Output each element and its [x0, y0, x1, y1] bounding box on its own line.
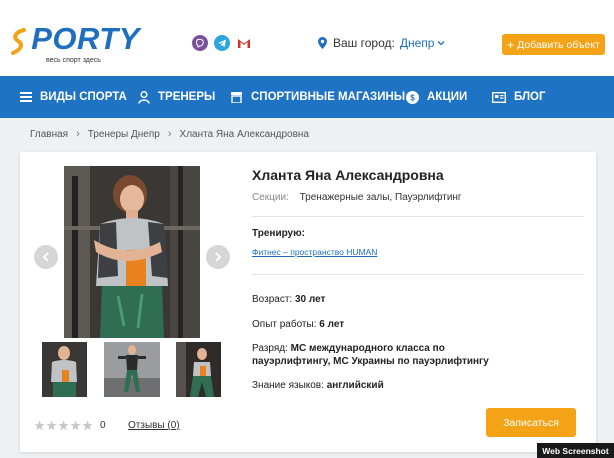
nav-item-blog[interactable]: БЛОГ [492, 76, 546, 118]
plus-icon: + [507, 37, 515, 52]
nav-item-shops[interactable]: СПОРТИВНЫЕ МАГАЗИНЫ [230, 76, 405, 118]
gallery-thumbnail[interactable] [176, 342, 221, 397]
gallery-thumbnail[interactable] [42, 342, 87, 397]
logo-wordmark: SPORTY [31, 21, 140, 56]
languages-value: английский [326, 380, 384, 391]
trainer-name: Хланта Яна Александровна [252, 167, 444, 183]
age-label: Возраст: [252, 294, 293, 305]
menu-icon [20, 92, 32, 102]
gmail-icon[interactable] [236, 35, 252, 51]
chevron-right-icon [215, 252, 222, 262]
nav-item-trainers[interactable]: ТРЕНЕРЫ [138, 76, 215, 118]
experience-label: Опыт работы: [252, 319, 317, 330]
trainer-main-photo[interactable] [64, 166, 200, 338]
trainer-rank: Разряд: МС международного класса по пауэ… [252, 342, 502, 368]
nav-item-label: ТРЕНЕРЫ [158, 91, 216, 103]
star-icon [46, 420, 57, 431]
breadcrumb-current: Хланта Яна Александровна [179, 128, 310, 140]
logo-tagline: весь спорт здесь [46, 57, 101, 64]
site-header: SPORTY весь спорт здесь Ваш город: Днепр… [0, 0, 614, 76]
social-links [192, 35, 252, 51]
add-object-label: Добавить объект [517, 38, 600, 51]
gym-link[interactable]: Фитнес – пространство HUMAN [252, 247, 377, 257]
nav-item-label: АКЦИИ [427, 91, 468, 103]
viber-icon[interactable] [192, 35, 208, 51]
breadcrumb-trainers[interactable]: Тренеры Днепр [88, 129, 160, 140]
nav-item-label: БЛОГ [514, 91, 546, 103]
experience-value: 6 лет [319, 319, 345, 330]
trainer-experience: Опыт работы: 6 лет [252, 319, 344, 330]
nav-item-promotions[interactable]: $ АКЦИИ [406, 76, 467, 118]
chevron-down-icon [438, 41, 445, 46]
breadcrumb: Главная › Тренеры Днепр › Хланта Яна Але… [30, 128, 309, 140]
rating-stars[interactable] [34, 420, 93, 431]
age-value: 30 лет [294, 294, 326, 305]
sections-label: Секции: [252, 192, 289, 203]
city-value[interactable]: Днепр [400, 36, 435, 50]
location-pin-icon [318, 37, 327, 49]
rank-label: Разряд: [252, 343, 288, 354]
trainer-languages: Знание языков: английский [252, 380, 384, 391]
divider [252, 216, 584, 217]
chevron-left-icon [42, 252, 49, 262]
shop-icon [231, 92, 242, 103]
breadcrumb-separator-icon: › [76, 128, 80, 140]
telegram-icon[interactable] [214, 35, 230, 51]
nav-item-sports[interactable]: ВИДЫ СПОРТА [20, 76, 127, 118]
nav-item-label: СПОРТИВНЫЕ МАГАЗИНЫ [251, 91, 406, 103]
reviews-link[interactable]: Отзывы (0) [128, 420, 180, 431]
gallery-thumbnail[interactable] [104, 342, 160, 397]
rating-count: 0 [100, 420, 106, 431]
rank-value: МС международного класса по пауэрлифтинг… [252, 343, 489, 367]
breadcrumb-home[interactable]: Главная [30, 129, 68, 140]
trainer-icon [138, 90, 150, 104]
star-icon [70, 420, 81, 431]
sections-value: Тренажерные залы, Пауэрлифтинг [299, 192, 462, 203]
sporty-logo[interactable]: SPORTY весь спорт здесь [10, 22, 140, 68]
svg-text:$: $ [410, 93, 415, 102]
divider [252, 274, 584, 275]
trainer-sections: Секции: Тренажерные залы, Пауэрлифтинг [252, 192, 462, 203]
signup-button[interactable]: Записаться [486, 408, 576, 437]
city-label: Ваш город: [333, 36, 395, 50]
breadcrumb-separator-icon: › [167, 128, 172, 140]
gallery-next-button[interactable] [206, 245, 230, 269]
nav-item-label: ВИДЫ СПОРТА [40, 91, 127, 103]
trainer-profile-card: 0 Отзывы (0) Хланта Яна Александровна Се… [20, 152, 596, 452]
add-object-button[interactable]: + Добавить объект [502, 34, 605, 55]
languages-label: Знание языков: [252, 380, 324, 391]
star-icon [34, 420, 45, 431]
trains-at-label: Тренирую: [252, 228, 305, 239]
main-nav: ВИДЫ СПОРТА ТРЕНЕРЫ СПОРТИВНЫЕ МАГАЗИНЫ … [0, 76, 614, 118]
watermark-label: Web Screenshot [537, 443, 614, 458]
discount-icon: $ [406, 90, 419, 104]
blog-icon [492, 91, 506, 103]
star-icon [58, 420, 69, 431]
trainer-age: Возраст: 30 лет [252, 294, 325, 305]
city-selector[interactable]: Ваш город: Днепр [318, 36, 445, 50]
star-icon [82, 420, 93, 431]
gallery-prev-button[interactable] [34, 245, 58, 269]
